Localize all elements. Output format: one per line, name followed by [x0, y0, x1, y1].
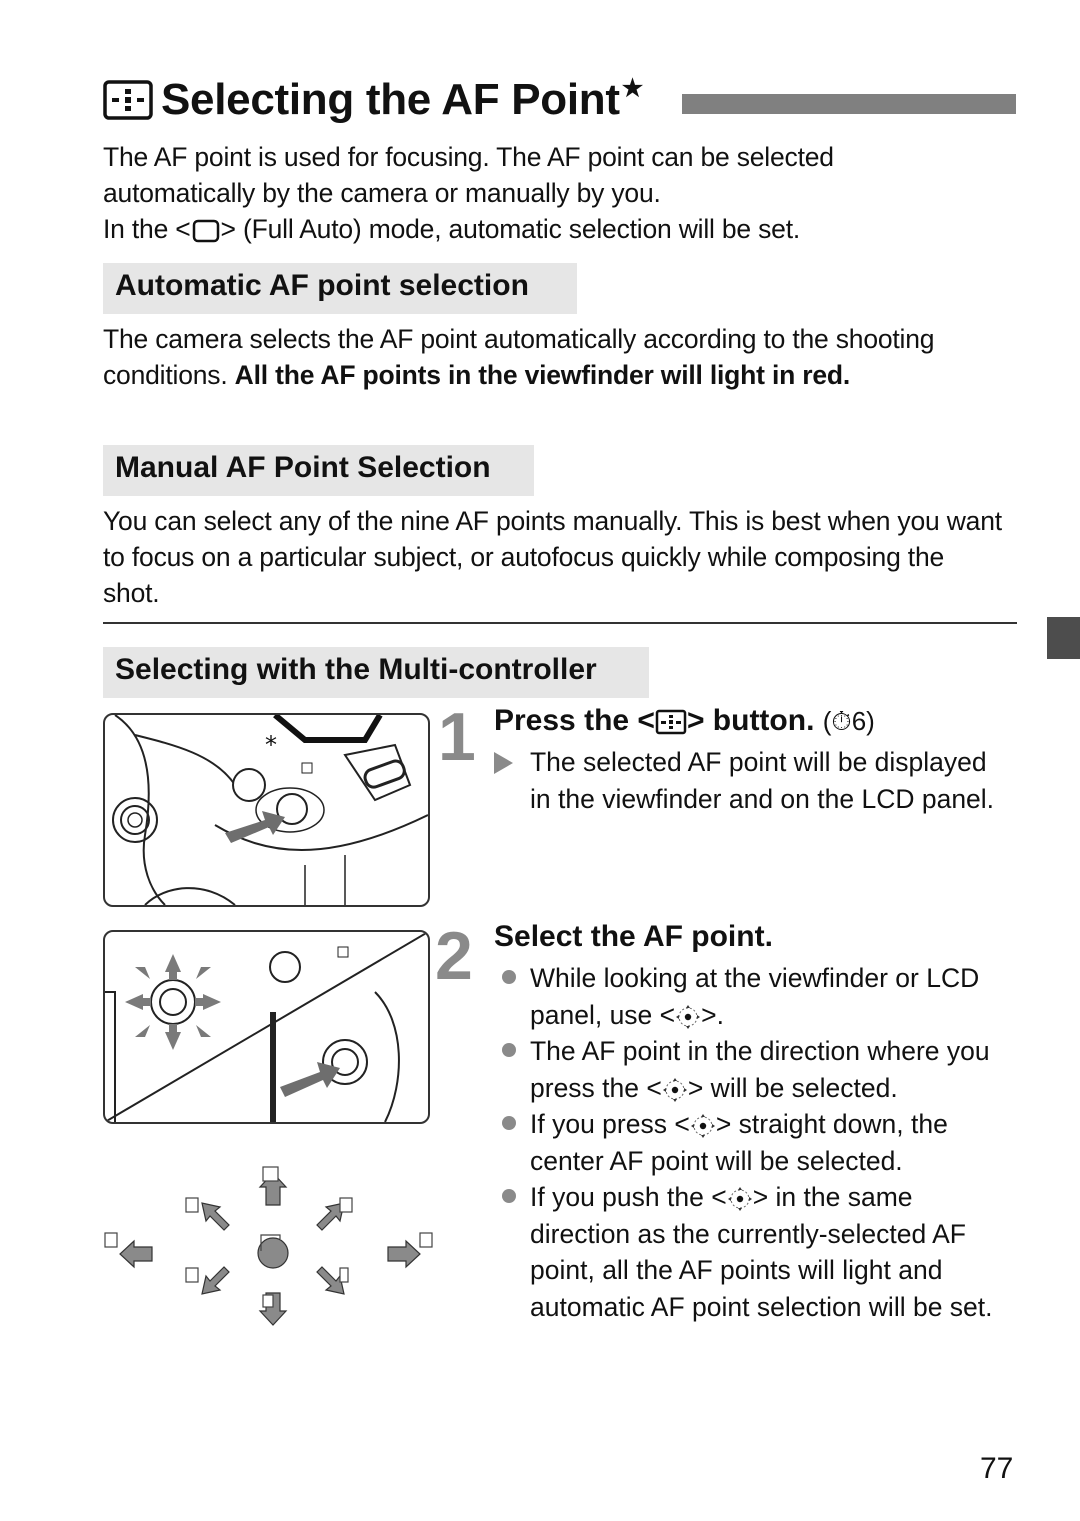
af-center-point-icon	[257, 1237, 289, 1269]
multi-controller-icon	[727, 1187, 752, 1211]
timer-note: (⏱6)	[822, 706, 875, 736]
automatic-paragraph: The camera selects the AF point automati…	[103, 321, 1023, 393]
item-text: While looking at the viewfinder or LCD p…	[530, 963, 980, 1030]
multi-controller-icon	[676, 1004, 701, 1029]
step-title-text: > button.	[686, 704, 815, 737]
item-text: If you press <	[530, 1109, 690, 1139]
section-divider	[103, 622, 1017, 624]
bullet-icon	[502, 970, 516, 984]
list-item: The AF point in the direction where you …	[494, 1033, 1010, 1106]
item-text: >.	[701, 999, 724, 1030]
af-point-selection-icon	[103, 80, 153, 120]
arrow-down-left-icon	[201, 1266, 230, 1295]
list-item: If you push the < > in the same direction…	[494, 1179, 1020, 1325]
step-title: Press the < > button. (⏱6)	[494, 704, 1034, 738]
list-item: If you press < > straight down, the cente…	[494, 1106, 1010, 1179]
af-point-direction-diagram	[104, 1166, 433, 1326]
arrow-up-left-icon	[201, 1202, 230, 1231]
intro-paragraph: The AF point is used for focusing. The A…	[103, 139, 1023, 247]
bullet-icon	[502, 1043, 516, 1057]
automatic-text-bold: All the AF points in the viewfinder will…	[234, 360, 851, 390]
step-items: While looking at the viewfinder or LCD p…	[494, 960, 1024, 1325]
step-title: Select the AF point.	[494, 920, 773, 953]
multi-controller-icon	[690, 1114, 715, 1138]
section-heading-multi-controller: Selecting with the Multi-controller	[103, 647, 649, 698]
direction-arrows-icon	[125, 954, 221, 1050]
arrow-left-icon	[119, 1239, 153, 1269]
list-item: While looking at the viewfinder or LCD p…	[494, 960, 980, 1033]
step-number: 2	[435, 918, 473, 994]
multi-controller-icon	[662, 1077, 687, 1102]
item-text: If you push the <	[530, 1182, 727, 1212]
intro-line: In the < > (Full Auto) mode, automatic se…	[103, 211, 1023, 247]
bullet-icon	[502, 1116, 516, 1130]
step-number: 1	[438, 699, 476, 775]
section-heading-automatic: Automatic AF point selection	[103, 263, 577, 314]
star-marker: ★	[621, 75, 644, 102]
list-item: The selected AF point will be displayed …	[494, 744, 1010, 817]
page-title: Selecting the AF Point ★	[103, 70, 643, 130]
manual-paragraph: You can select any of the nine AF points…	[103, 506, 1002, 608]
step-title-text: Press the <	[494, 704, 655, 737]
step-1: Press the < > button. (⏱6) The selected A…	[494, 704, 1034, 817]
intro-line: automatically by the camera or manually …	[103, 178, 661, 208]
bullet-icon	[502, 1189, 516, 1203]
title-bar-decoration	[682, 94, 1016, 114]
press-arrow-icon	[280, 1062, 340, 1097]
full-auto-mode-icon	[192, 219, 219, 243]
step-items: The selected AF point will be displayed …	[494, 744, 1034, 817]
button-asterisk-label: *	[265, 731, 277, 759]
item-text: > will be selected.	[687, 1072, 898, 1103]
intro-line-text: > (Full Auto) mode, automatic selection …	[220, 214, 801, 244]
camera-multi-controller-illustration	[103, 930, 430, 1124]
item-text: The selected AF point will be displayed …	[530, 747, 995, 814]
section-heading-manual: Manual AF Point Selection	[103, 445, 534, 496]
press-arrow-icon	[225, 811, 285, 843]
af-point-selection-icon	[655, 709, 687, 735]
intro-line-text: In the <	[103, 214, 191, 244]
intro-line: The AF point is used for focusing. The A…	[103, 142, 834, 172]
chapter-tab-marker	[1047, 617, 1080, 659]
page-number: 77	[980, 1452, 1014, 1485]
arrow-right-icon	[387, 1239, 421, 1269]
page-title-text: Selecting the AF Point	[161, 75, 620, 124]
triangle-bullet-icon	[494, 752, 513, 774]
camera-af-point-button-illustration: *	[103, 713, 430, 907]
step-2: Select the AF point. While looking at th…	[494, 920, 1024, 1325]
